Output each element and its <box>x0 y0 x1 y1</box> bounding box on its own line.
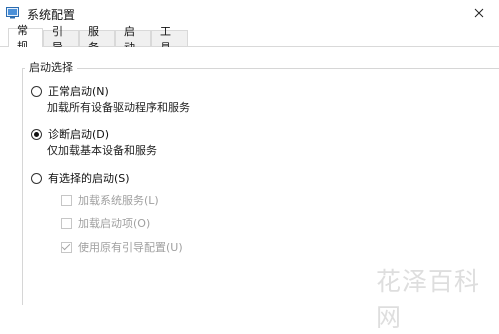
tab-general[interactable]: 常规 <box>8 24 43 53</box>
checkbox-label: 加载启动项(O) <box>78 217 151 230</box>
checkbox-checked[interactable] <box>61 241 72 253</box>
radio-diagnostic-startup[interactable]: 诊断启动(D) <box>31 126 109 142</box>
title-bar: 系统配置 <box>0 0 499 28</box>
checkbox-load-system-services[interactable]: 加载系统服务(L) <box>61 192 159 208</box>
tab-services[interactable]: 服务 <box>79 25 115 54</box>
radio-button[interactable] <box>31 172 42 184</box>
tab-tools[interactable]: 工具 <box>151 25 188 54</box>
radio-label: 有选择的启动(S) <box>48 172 130 185</box>
radio-selective-startup[interactable]: 有选择的启动(S) <box>31 170 130 186</box>
option-description: 加载所有设备驱动程序和服务 <box>47 101 190 114</box>
tab-boot[interactable]: 引导 <box>43 25 79 54</box>
close-button[interactable] <box>459 0 499 28</box>
close-icon <box>474 7 484 21</box>
tab-bar: 常规 引导 服务 启动 工具 <box>0 24 499 54</box>
radio-label: 诊断启动(D) <box>48 128 110 141</box>
radio-label: 正常启动(N) <box>48 85 109 98</box>
checkbox-use-original-boot-config[interactable]: 使用原有引导配置(U) <box>61 239 183 255</box>
radio-button[interactable] <box>31 85 42 97</box>
watermark: 花泽百科网 <box>376 267 481 332</box>
tab-startup[interactable]: 启动 <box>115 25 151 54</box>
checkbox[interactable] <box>61 194 72 206</box>
system-config-icon <box>6 6 19 19</box>
checkbox-label: 使用原有引导配置(U) <box>78 241 183 254</box>
radio-normal-startup[interactable]: 正常启动(N) <box>31 83 109 99</box>
window-title: 系统配置 <box>27 8 76 22</box>
checkbox-load-startup-items[interactable]: 加载启动项(O) <box>61 215 150 231</box>
group-label: 启动选择 <box>25 59 77 75</box>
checkbox[interactable] <box>61 217 72 229</box>
checkbox-label: 加载系统服务(L) <box>78 194 159 207</box>
radio-button-selected[interactable] <box>31 128 42 140</box>
option-description: 仅加载基本设备和服务 <box>47 144 157 157</box>
